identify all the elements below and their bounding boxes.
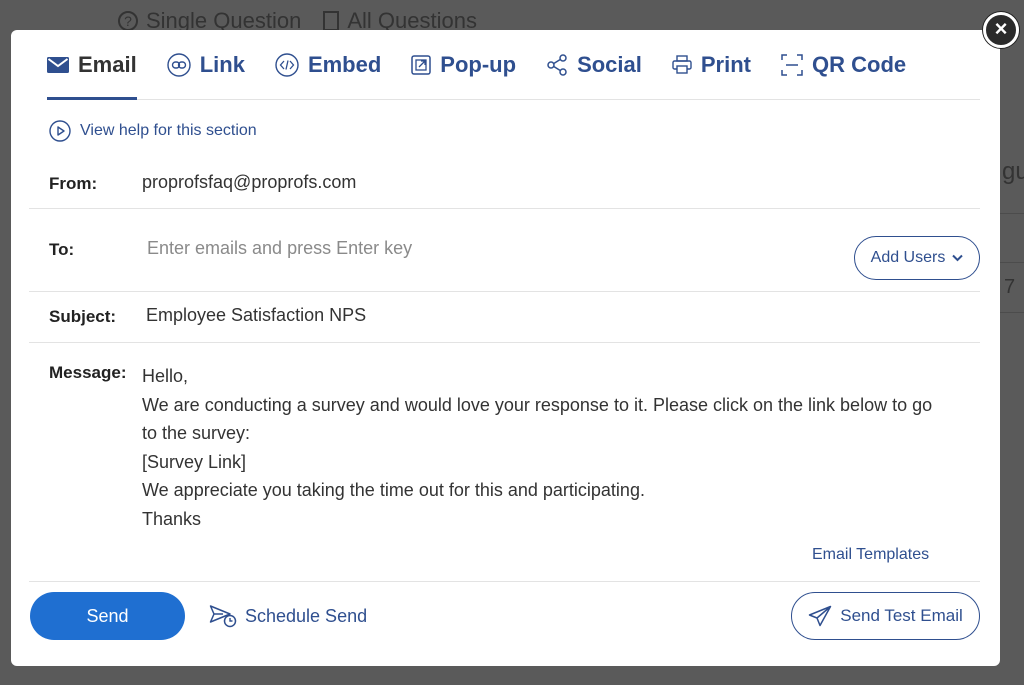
close-modal-button[interactable]: × <box>983 12 1019 48</box>
to-email-input[interactable] <box>147 238 747 259</box>
tab-print[interactable]: Print <box>672 30 751 99</box>
popup-icon <box>411 54 432 75</box>
tab-label: Link <box>199 51 245 77</box>
tab-qr-code[interactable]: QR Code <box>781 30 906 99</box>
embed-code-icon <box>275 52 299 77</box>
play-circle-icon <box>49 120 71 142</box>
tab-label: QR Code <box>812 51 907 77</box>
add-users-button[interactable]: Add Users <box>854 236 980 280</box>
background-text-fragment: 7 <box>1004 276 1016 298</box>
footer-divider <box>29 581 980 582</box>
printer-icon <box>672 54 692 74</box>
message-body[interactable]: Hello, We are conducting a survey and wo… <box>142 362 982 534</box>
document-icon <box>323 11 340 31</box>
schedule-send-button[interactable]: Schedule Send <box>209 604 367 628</box>
from-row: From: proprofsfaq@proprofs.com <box>29 160 980 209</box>
message-line: Hello, <box>142 366 189 386</box>
question-circle-icon: ? <box>118 11 138 31</box>
message-line: to the survey: <box>142 423 251 444</box>
help-link[interactable]: View help for this section <box>49 120 257 142</box>
envelope-icon <box>47 56 69 73</box>
message-line: We appreciate you taking the time out fo… <box>142 480 645 501</box>
help-link-label: View help for this section <box>80 122 257 139</box>
message-line: Thanks <box>142 508 202 529</box>
background-divider <box>1000 262 1024 263</box>
tab-label: Email <box>78 51 137 77</box>
email-templates-link[interactable]: Email Templates <box>812 546 929 564</box>
tab-social[interactable]: Social <box>546 30 642 99</box>
add-users-label: Add Users <box>870 249 946 266</box>
message-line: We are conducting a survey and would lov… <box>142 394 933 415</box>
tab-popup[interactable]: Pop-up <box>411 30 516 99</box>
paper-plane-icon <box>808 605 832 627</box>
close-icon: × <box>994 16 1008 41</box>
schedule-send-label: Schedule Send <box>245 605 368 626</box>
to-row: To: Add Users <box>29 208 980 292</box>
chevron-down-icon <box>952 254 964 262</box>
send-test-email-label: Send Test Email <box>840 606 963 625</box>
subject-row: Subject: Employee Satisfaction NPS <box>29 291 980 343</box>
tab-label: Print <box>700 51 751 77</box>
schedule-send-icon <box>209 605 237 628</box>
background-divider <box>1000 312 1024 313</box>
share-icon <box>547 53 567 76</box>
share-email-modal: Email Link Embed Pop-up Social Print QR … <box>11 30 1000 666</box>
send-test-email-button[interactable]: Send Test Email <box>791 592 980 640</box>
tab-label: Embed <box>307 51 382 77</box>
subject-label: Subject: <box>49 307 117 326</box>
link-icon <box>167 52 191 77</box>
message-line: [Survey Link] <box>142 451 247 472</box>
background-text-fragment: gu <box>1002 158 1024 185</box>
from-label: From: <box>49 174 98 193</box>
from-value: proprofsfaq@proprofs.com <box>142 172 357 192</box>
share-tabs: Email Link Embed Pop-up Social Print QR … <box>47 30 980 100</box>
tab-label: Pop-up <box>440 51 517 77</box>
tab-label: Social <box>577 51 642 77</box>
send-button-label: Send <box>86 605 129 626</box>
to-label: To: <box>49 240 75 259</box>
qr-code-icon <box>781 53 803 76</box>
tab-link[interactable]: Link <box>167 30 245 99</box>
send-button[interactable]: Send <box>30 592 185 640</box>
message-label: Message: <box>49 363 127 382</box>
tab-embed[interactable]: Embed <box>275 30 381 99</box>
background-divider <box>1000 213 1024 214</box>
tab-email[interactable]: Email <box>47 30 137 100</box>
subject-value[interactable]: Employee Satisfaction NPS <box>146 305 366 326</box>
